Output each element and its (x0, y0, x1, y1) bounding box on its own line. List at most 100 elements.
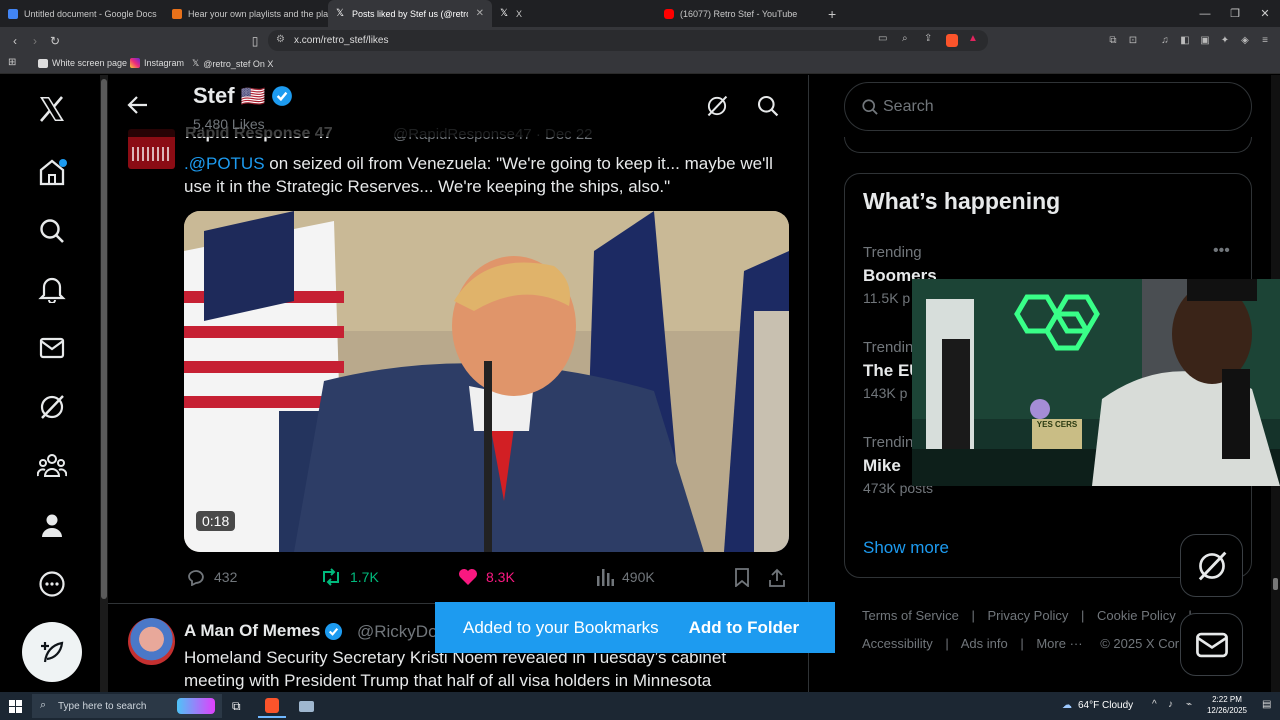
messages-floating-button[interactable] (1180, 613, 1243, 676)
verified-badge-icon (272, 86, 293, 106)
feed-scrollbar[interactable] (100, 75, 108, 692)
share-icon[interactable]: ⇪ (924, 33, 932, 44)
panel-title: What’s happening (863, 188, 1061, 214)
grok-floating-button[interactable] (1180, 534, 1243, 597)
app-taskbar-button[interactable] (292, 694, 320, 718)
site-info-icon[interactable]: ⚙ (276, 34, 285, 45)
bookmark-white-screen[interactable]: White screen page (38, 58, 127, 68)
reply-button[interactable]: 432 (186, 568, 237, 586)
page-icon (38, 58, 48, 68)
back-button[interactable]: ‹ (6, 32, 24, 50)
brave-taskbar-button[interactable] (258, 694, 286, 718)
cast-icon[interactable]: ▭ (878, 33, 887, 44)
windows-start-icon[interactable] (9, 700, 22, 713)
communities-icon[interactable] (30, 443, 74, 487)
footer-links: Terms of Service | Privacy Policy | Cook… (862, 608, 1192, 651)
restore-button[interactable]: ❐ (1220, 0, 1250, 27)
url-bar[interactable]: ⚙ x.com/retro_stef/likes ▭ ⌕ ⇪ ▲ (268, 30, 988, 51)
add-to-folder-button[interactable]: Add to Folder (689, 618, 799, 638)
minimize-button[interactable]: — (1190, 0, 1220, 27)
tab-youtube[interactable]: (16077) Retro Stef - YouTube (656, 0, 820, 27)
clock[interactable]: 2:22 PM 12/26/2025 (1202, 694, 1252, 716)
wallet-icon[interactable]: ▣ (1198, 33, 1212, 47)
show-more-link[interactable]: Show more (863, 538, 949, 558)
scrollbar-thumb[interactable] (101, 79, 107, 599)
x-home-logo-icon[interactable] (30, 87, 74, 131)
bookmark-instagram[interactable]: Instagram (130, 58, 184, 68)
brave-rewards-icon[interactable]: ▲ (968, 33, 978, 44)
privacy-link[interactable]: Privacy Policy (987, 608, 1068, 623)
zoom-icon[interactable]: ⌕ (902, 33, 908, 44)
views-button[interactable]: 490K (596, 568, 655, 586)
grok-icon (1198, 551, 1226, 580)
vpn-icon[interactable]: ◈ (1238, 33, 1252, 47)
home-icon[interactable] (30, 150, 74, 194)
close-window-button[interactable]: ✕ (1250, 0, 1280, 27)
back-arrow-icon[interactable] (126, 93, 154, 121)
potus-mention-link[interactable]: .@POTUS (184, 154, 265, 173)
bookmark-button[interactable] (734, 568, 750, 587)
taskbar-search-input[interactable]: ⌕ Type here to search (32, 694, 222, 718)
like-button[interactable]: 8.3K (458, 568, 515, 586)
ads-info-link[interactable]: Ads info (961, 636, 1008, 651)
music-icon[interactable]: ♫ (1158, 33, 1172, 47)
instagram-icon (130, 58, 140, 68)
accessibility-link[interactable]: Accessibility (862, 636, 933, 651)
brave-icon (265, 697, 279, 713)
profile-icon[interactable] (30, 503, 74, 547)
tab-x[interactable]: 𝕏 X (492, 0, 656, 27)
repost-icon (323, 568, 339, 586)
tray-chevron-icon[interactable]: ^ (1152, 699, 1157, 710)
task-view-icon[interactable]: ⧉ (232, 699, 241, 714)
cookie-link[interactable]: Cookie Policy (1097, 608, 1176, 623)
grok-icon[interactable] (30, 385, 74, 429)
reload-button[interactable]: ↻ (46, 32, 64, 50)
explore-search-icon[interactable] (30, 209, 74, 253)
scrollbar-thumb[interactable] (1273, 578, 1278, 590)
screenshot-icon[interactable]: ⊡ (1126, 33, 1140, 47)
tweet-handle[interactable]: @RickyDo (357, 622, 438, 642)
weather-widget[interactable]: ☁ 64°F Cloudy (1062, 700, 1133, 711)
notifications-bell-icon[interactable] (30, 267, 74, 311)
notification-center-icon[interactable]: ▤ (1262, 699, 1271, 710)
google-docs-icon (8, 8, 18, 19)
share-button[interactable] (768, 568, 786, 587)
tab-title: Posts liked by Stef us (@retro_st (352, 8, 468, 19)
bookmark-retro-stef-x[interactable]: 𝕏 @retro_stef On X (192, 58, 273, 69)
forward-button[interactable]: › (26, 32, 44, 50)
left-navigation (0, 75, 100, 692)
tweet-author-name[interactable]: A Man Of Memes (184, 621, 343, 641)
grok-header-icon[interactable] (705, 94, 729, 123)
repost-button[interactable]: 1.7K (320, 568, 379, 586)
network-icon[interactable]: ⌁ (1186, 699, 1192, 710)
webcam-sign: YES CERS (1036, 420, 1078, 429)
trend-more-icon[interactable]: ••• (1213, 242, 1230, 260)
us-flag-icon: 🇺🇸 (240, 85, 266, 108)
close-tab-icon[interactable]: ✕ (476, 8, 484, 19)
brave-shield-icon[interactable] (946, 34, 958, 47)
more-circle-icon[interactable] (30, 562, 74, 606)
extensions-icon[interactable]: ⧉ (1106, 33, 1120, 47)
apps-grid-icon[interactable]: ⊞ (8, 57, 16, 68)
tab-playlists[interactable]: Hear your own playlists and the play (164, 0, 328, 27)
x-logo-icon: 𝕏 (336, 7, 345, 19)
leo-ai-icon[interactable]: ✦ (1218, 33, 1232, 47)
tweet-video[interactable]: 0:18 (184, 211, 789, 552)
tab-x-likes[interactable]: 𝕏 Posts liked by Stef us (@retro_st ✕ (328, 0, 492, 27)
volume-icon[interactable]: ♪ (1168, 699, 1173, 710)
compose-post-button[interactable] (22, 622, 82, 682)
search-header-icon[interactable] (756, 94, 780, 123)
terms-link[interactable]: Terms of Service (862, 608, 959, 623)
search-input[interactable]: Search (844, 82, 1252, 131)
tab-google-docs[interactable]: Untitled document - Google Docs (0, 0, 164, 27)
new-tab-button[interactable]: + (820, 0, 844, 27)
messages-mail-icon[interactable] (30, 326, 74, 370)
bookmark-page-icon[interactable]: ▯ (246, 32, 264, 50)
more-link[interactable]: More ··· (1036, 636, 1082, 651)
menu-icon[interactable]: ≡ (1258, 33, 1272, 47)
bookmark-toast: Added to your Bookmarks Add to Folder (435, 602, 835, 653)
a-man-of-memes-avatar[interactable] (128, 618, 175, 665)
compose-feather-icon (41, 641, 64, 663)
verified-badge-icon (325, 622, 343, 640)
sidebar-icon[interactable]: ◧ (1178, 33, 1192, 47)
